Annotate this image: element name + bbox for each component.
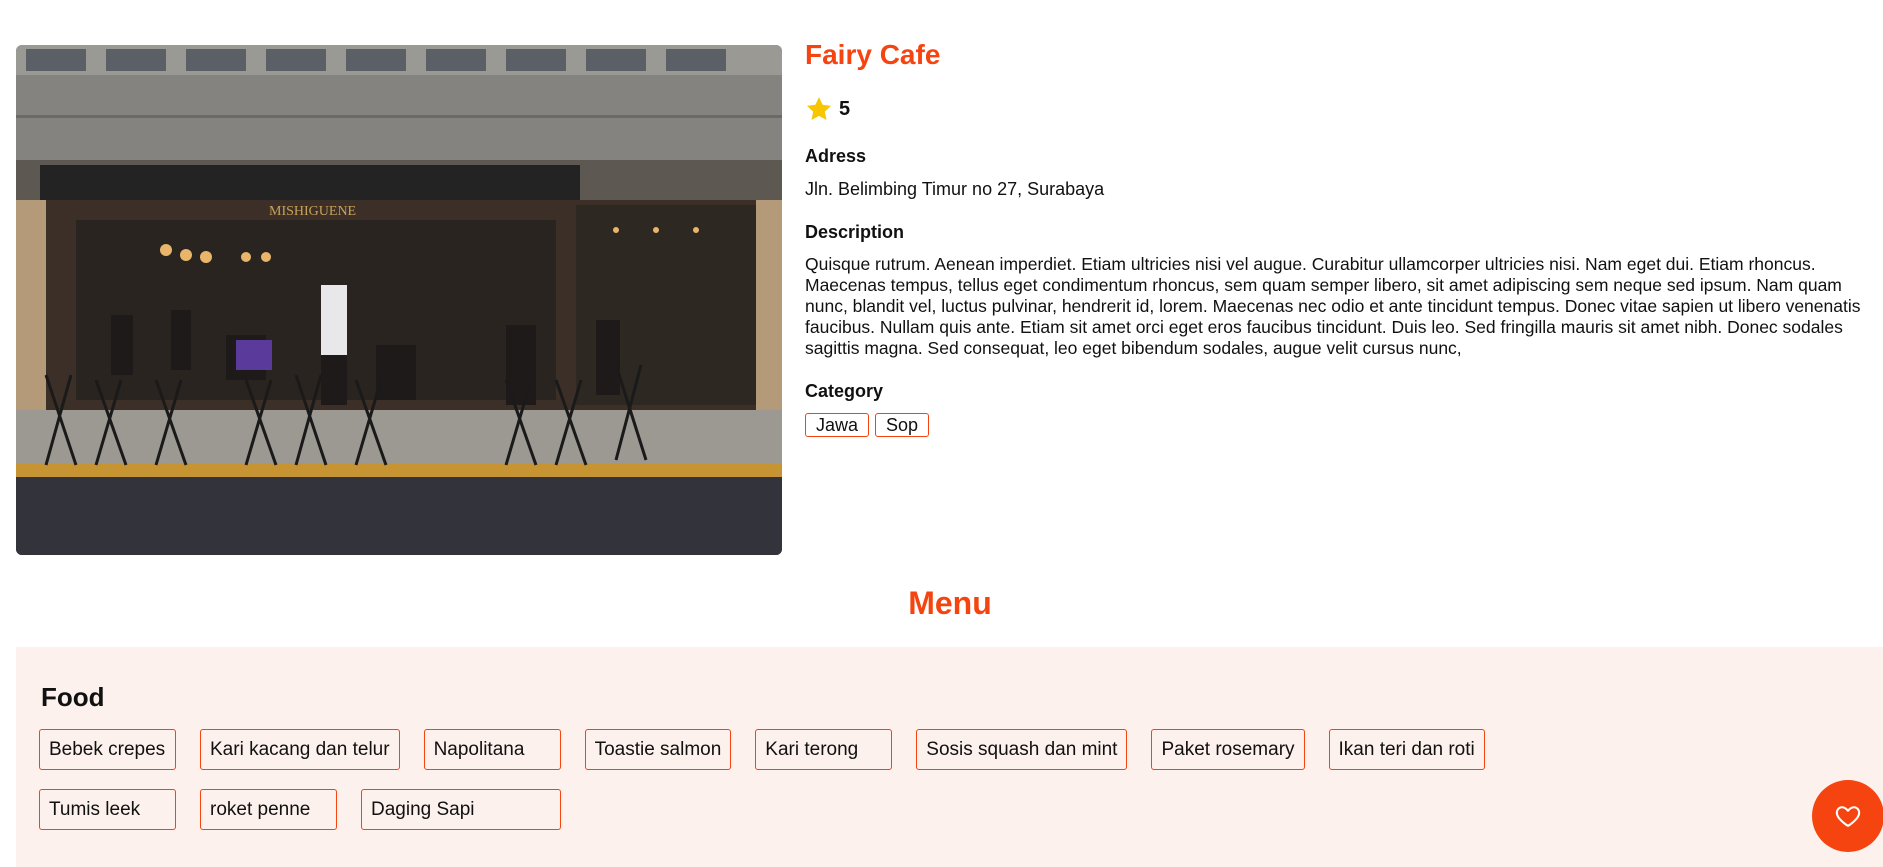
food-item[interactable]: Toastie salmon: [584, 729, 732, 770]
food-list: Bebek crepes Kari kacang dan telur Napol…: [39, 729, 1599, 830]
svg-text:MISHIGUENE: MISHIGUENE: [269, 204, 356, 219]
cafe-info: Fairy Cafe 5 Adress Jln. Belimbing Timur…: [805, 40, 1865, 437]
cafe-detail: MISHIGUENE Fairy Cafe 5 Adress Jln. Beli…: [0, 0, 1883, 570]
menu-title: Menu: [908, 585, 992, 621]
food-item[interactable]: roket penne: [200, 789, 337, 830]
description-text: Quisque rutrum. Aenean imperdiet. Etiam …: [805, 254, 1861, 358]
food-item[interactable]: Tumis leek: [39, 789, 176, 830]
food-item[interactable]: Bebek crepes: [39, 729, 176, 770]
cafe-name: Fairy Cafe: [805, 39, 941, 70]
category-list: Jawa Sop: [805, 413, 1865, 437]
food-item[interactable]: Sosis squash dan mint: [916, 729, 1128, 770]
food-item[interactable]: Kari kacang dan telur: [200, 729, 400, 770]
heart-icon: [1835, 806, 1861, 827]
food-item[interactable]: Kari terong: [755, 729, 893, 770]
address-label: Adress: [805, 146, 867, 166]
category-tag[interactable]: Jawa: [805, 413, 870, 437]
description-label: Description: [805, 222, 905, 242]
food-item[interactable]: Paket rosemary: [1151, 729, 1305, 770]
food-item[interactable]: Ikan teri dan roti: [1328, 729, 1485, 770]
rating-value: 5: [839, 97, 851, 120]
star-icon: [806, 97, 832, 120]
food-section-title: Food: [41, 682, 105, 712]
food-item[interactable]: Daging Sapi: [361, 789, 561, 830]
food-item[interactable]: Napolitana: [423, 729, 561, 770]
rating: 5: [805, 94, 1865, 124]
favorite-button[interactable]: [1812, 780, 1883, 852]
cafe-photo: MISHIGUENE: [16, 45, 782, 555]
category-label: Category: [805, 381, 884, 401]
menu-section: Food Bebek crepes Kari kacang dan telur …: [16, 647, 1883, 867]
category-tag[interactable]: Sop: [875, 413, 930, 437]
address-text: Jln. Belimbing Timur no 27, Surabaya: [805, 179, 1105, 199]
